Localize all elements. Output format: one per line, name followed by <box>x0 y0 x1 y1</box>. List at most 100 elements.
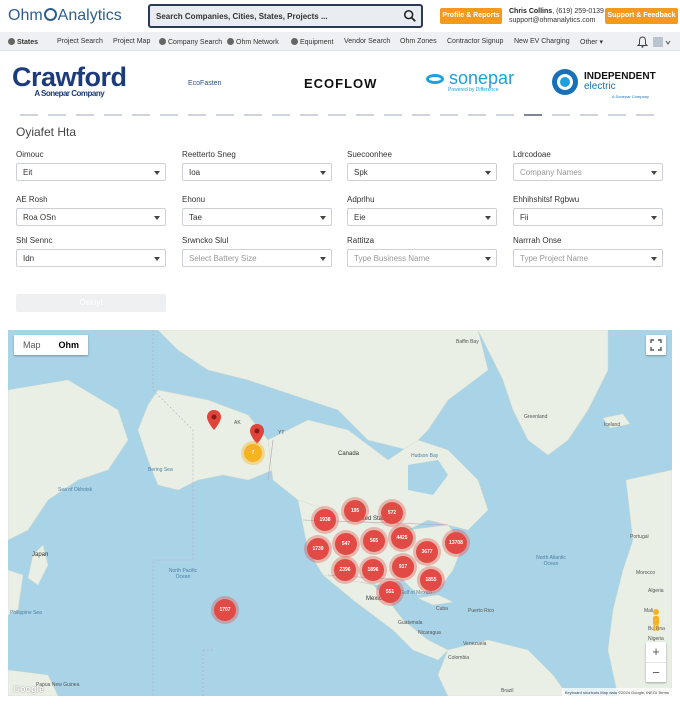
map-cluster[interactable]: 1938 <box>314 509 336 531</box>
caret-down-icon <box>485 257 491 261</box>
map-label: Canada <box>338 451 360 457</box>
map-label: Bering Sea <box>148 467 173 473</box>
map-attribution[interactable]: Keyboard shortcuts Map data ©2024 Google… <box>561 688 672 696</box>
map-cluster[interactable]: 917 <box>392 556 414 578</box>
map-label: YT <box>278 430 285 436</box>
map-tab[interactable]: Map <box>14 335 50 355</box>
map-cluster[interactable]: 551 <box>379 581 401 603</box>
info-icon <box>291 38 298 45</box>
crawford-logo[interactable]: Crawford A Sonepar Company <box>12 62 127 98</box>
field-label: Ehhihshitsf Rgbwu <box>513 195 580 204</box>
field-label: Ldrcodoae <box>513 150 551 159</box>
map-cluster[interactable]: 2396 <box>334 559 356 581</box>
map-cluster[interactable]: 572 <box>381 502 403 524</box>
search-icon[interactable] <box>403 9 417 23</box>
select-field-6[interactable]: Tae <box>182 208 332 226</box>
ecofasten-logo[interactable]: EcoFasten <box>188 80 221 87</box>
map-label: Guatemala <box>398 620 423 626</box>
user-email[interactable]: support@ohmanalytics.com <box>509 17 595 24</box>
nav-project-search[interactable]: Project Search <box>57 38 103 45</box>
sponsor-logo-bar: Crawford A Sonepar Company EcoFasten ECO… <box>8 58 672 108</box>
map-cluster[interactable]: 1739 <box>307 538 329 560</box>
support-feedback-button[interactable]: Support & Feedback <box>605 8 678 24</box>
user-phone: , (619) 259-0139 <box>552 8 604 15</box>
map-cluster[interactable]: 1707 <box>214 599 236 621</box>
map-cluster[interactable]: 7 <box>244 444 262 462</box>
map-cluster[interactable]: 1855 <box>420 569 442 591</box>
map-label: AK <box>234 420 241 426</box>
map-cluster[interactable]: 565 <box>363 530 385 552</box>
independent-electric-logo[interactable]: INDEPENDENT electric A Sonepar Company <box>550 66 662 100</box>
map-cluster[interactable]: 195 <box>344 500 366 522</box>
profile-reports-button[interactable]: Profile & Reports <box>440 8 502 24</box>
select-field-5[interactable]: Roa OSn <box>16 208 166 226</box>
caret-down-icon <box>651 171 657 175</box>
nav-vendor-search[interactable]: Vendor Search <box>344 38 390 45</box>
carousel-dots[interactable] <box>20 114 660 116</box>
map-pin-icon[interactable] <box>207 410 221 430</box>
avatar-icon[interactable] <box>653 37 671 47</box>
select-field-8[interactable]: Fii <box>513 208 663 226</box>
ecoflow-logo[interactable]: ECOFLOW <box>304 76 377 91</box>
map-basemap <box>8 330 672 696</box>
field-label: Oimouc <box>16 150 44 159</box>
ohm-logo[interactable]: Ohm Analytics <box>8 7 122 25</box>
sonepar-logo[interactable]: sonepar Powered by Difference <box>426 68 514 93</box>
main-nav: States Project Search Project Map Compan… <box>0 32 680 51</box>
map-type-toggle: Map Ohm <box>14 335 89 355</box>
business-name-select[interactable]: Type Business Name <box>347 249 497 267</box>
global-search-input[interactable]: Search Companies, Cities, States, Projec… <box>148 4 423 28</box>
globe-icon <box>8 38 15 45</box>
nav-ohm-zones[interactable]: Ohm Zones <box>400 38 437 45</box>
nav-new-ev-charging[interactable]: New EV Charging <box>514 38 570 45</box>
map-cluster[interactable]: 4425 <box>391 527 413 549</box>
select-field-7[interactable]: Eie <box>347 208 497 226</box>
map-cluster[interactable]: 3677 <box>416 541 438 563</box>
caret-down-icon <box>485 171 491 175</box>
map-label: Cuba <box>436 606 448 612</box>
map-label: Puerto Rico <box>468 608 495 614</box>
logo-text-analytics: Analytics <box>57 7 122 24</box>
independent-electric-emblem <box>552 69 578 95</box>
submit-button[interactable]: Oeloyt <box>16 294 166 312</box>
zoom-out-button[interactable]: − <box>646 662 666 683</box>
info-icon <box>227 38 234 45</box>
field-label: Suecoonhee <box>347 150 392 159</box>
battery-size-select[interactable]: Select Battery Size <box>182 249 332 267</box>
map-label: Brazil <box>501 688 514 694</box>
caret-down-icon <box>154 171 160 175</box>
project-name-select[interactable]: Type Project Name <box>513 249 663 267</box>
map-cluster[interactable]: 547 <box>335 533 357 555</box>
fullscreen-button[interactable] <box>646 335 666 355</box>
nav-other[interactable]: Other ▾ <box>580 38 603 46</box>
select-field-1[interactable]: Eit <box>16 163 166 181</box>
user-name[interactable]: Chris Collins <box>509 8 552 15</box>
form-title: Oyiafet Hta <box>16 125 77 139</box>
map-pin-icon[interactable] <box>250 424 264 444</box>
nav-project-map[interactable]: Project Map <box>113 38 150 45</box>
map-cluster[interactable]: 13708 <box>445 532 467 554</box>
company-names-select[interactable]: Company Names <box>513 163 663 181</box>
select-field-2[interactable]: Ioa <box>182 163 332 181</box>
nav-contractor-signup[interactable]: Contractor Signup <box>447 38 503 45</box>
nav-ohm-network[interactable]: Ohm Network <box>227 38 279 46</box>
nav-equipment[interactable]: Equipment <box>291 38 333 46</box>
nav-states[interactable]: States <box>8 38 38 46</box>
map-cluster[interactable]: 1896 <box>362 559 384 581</box>
caret-down-icon <box>320 257 326 261</box>
fullscreen-icon <box>650 339 662 351</box>
select-field-9[interactable]: Idn <box>16 249 166 267</box>
select-field-3[interactable]: Spk <box>347 163 497 181</box>
project-map[interactable]: Baffin Bay Greenland Iceland Canada Huds… <box>8 330 672 696</box>
map-label: North Atlantic Ocean <box>536 555 566 567</box>
street-view-pegman-icon[interactable] <box>649 608 663 632</box>
map-label: Philippine Sea <box>10 610 42 616</box>
bell-icon[interactable] <box>637 36 648 48</box>
nav-company-search[interactable]: Company Search <box>159 38 222 46</box>
user-info: Chris Collins, (619) 259-0139 support@oh… <box>509 7 604 25</box>
field-label: Reetterto Sneg <box>182 150 236 159</box>
field-label: Narrrah Onse <box>513 236 562 245</box>
zoom-in-button[interactable]: + <box>646 642 666 662</box>
map-label: Nicaragua <box>418 630 441 636</box>
map-tab-active[interactable]: Ohm <box>50 335 89 355</box>
